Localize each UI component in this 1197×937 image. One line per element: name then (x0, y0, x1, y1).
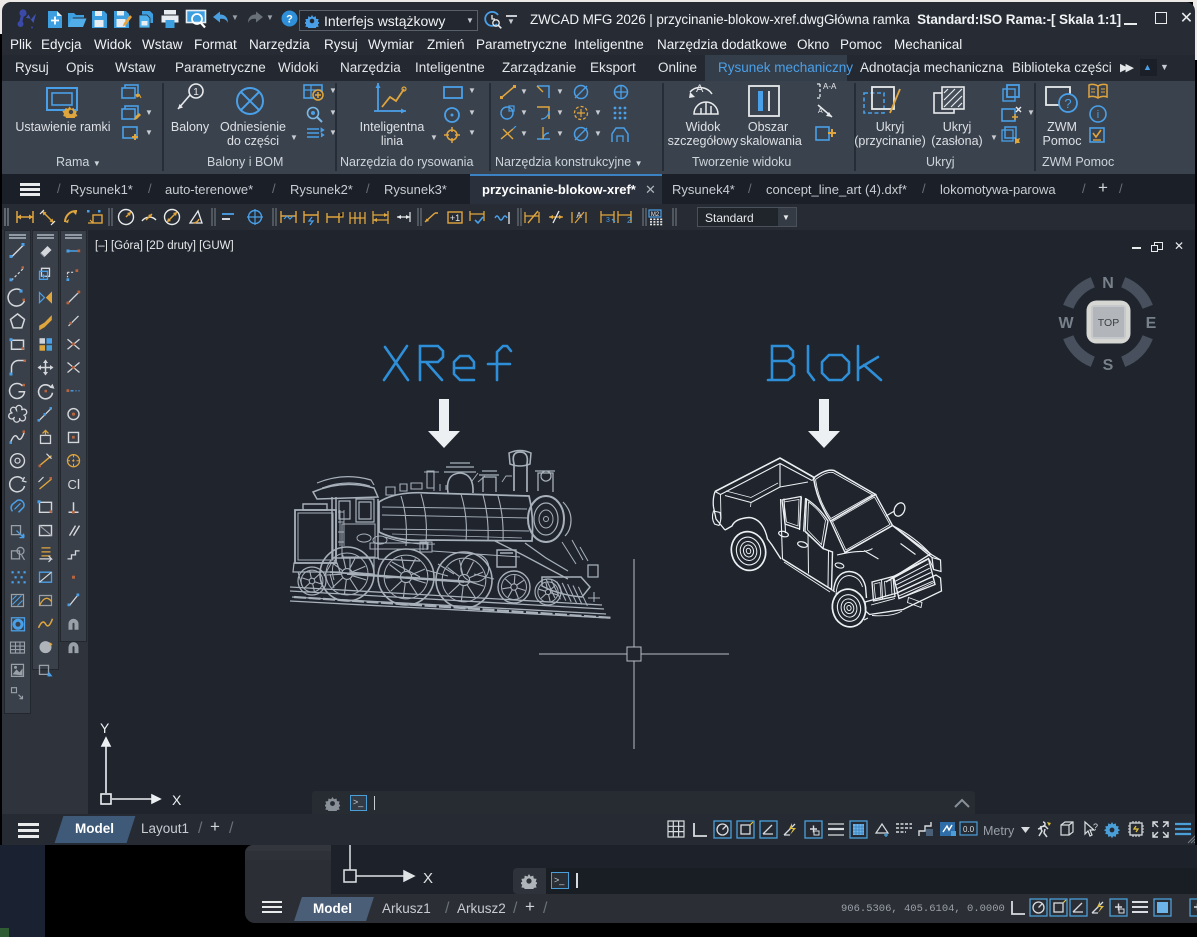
svg-text:A-A: A-A (823, 82, 837, 91)
svg-text:1: 1 (193, 87, 199, 98)
svg-text:TOP: TOP (1098, 317, 1119, 329)
svg-text:Y: Y (100, 720, 110, 736)
svg-text:A: A (696, 83, 704, 95)
svg-text:i: i (1097, 109, 1099, 121)
svg-text:2: 2 (627, 216, 632, 225)
svg-text:W: W (1058, 315, 1074, 332)
svg-text:X: X (423, 870, 433, 887)
svg-text:?: ? (1093, 822, 1098, 832)
svg-text:M2: M2 (651, 212, 660, 218)
svg-text:?: ? (1064, 96, 1071, 111)
svg-text:S: S (1103, 357, 1114, 374)
svg-text:N: N (1102, 275, 1114, 292)
svg-text:0.0: 0.0 (963, 825, 975, 834)
svg-text:?: ? (286, 14, 293, 26)
svg-text:E: E (1146, 315, 1157, 332)
svg-text:X: X (172, 792, 182, 808)
svg-text:+1: +1 (450, 213, 460, 223)
svg-text:Metry: Metry (983, 824, 1015, 838)
svg-text:A: A (818, 108, 823, 115)
svg-text:3: 3 (606, 217, 610, 224)
svg-text:C: C (68, 477, 77, 492)
